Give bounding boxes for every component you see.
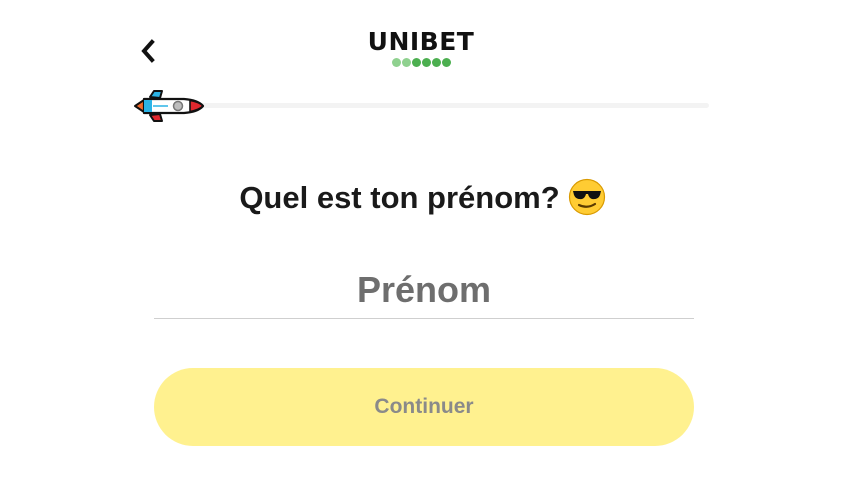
logo-text: UNIBET [367,27,475,56]
unibet-logo: UNIBET [365,28,477,72]
logo-dot [441,58,451,67]
sunglasses-face-icon [568,178,605,215]
logo-dot [431,58,441,67]
logo-dot [421,58,431,67]
progress-track [190,103,709,108]
back-button[interactable] [134,36,162,66]
logo-dots [391,58,451,67]
first-name-input[interactable] [154,262,694,319]
question-text: Quel est ton prénom? [239,180,560,215]
logo-dot [401,58,411,67]
page-title: Quel est ton prénom? [0,178,845,218]
rocket-icon [134,90,205,122]
chevron-left-icon [141,39,155,63]
continue-button[interactable]: Continuer [154,368,694,446]
logo-dot [411,58,421,67]
logo-dot [391,58,401,67]
onboarding-page: UNIBET Quel est ton prénom? Prénom Conti… [0,0,859,486]
